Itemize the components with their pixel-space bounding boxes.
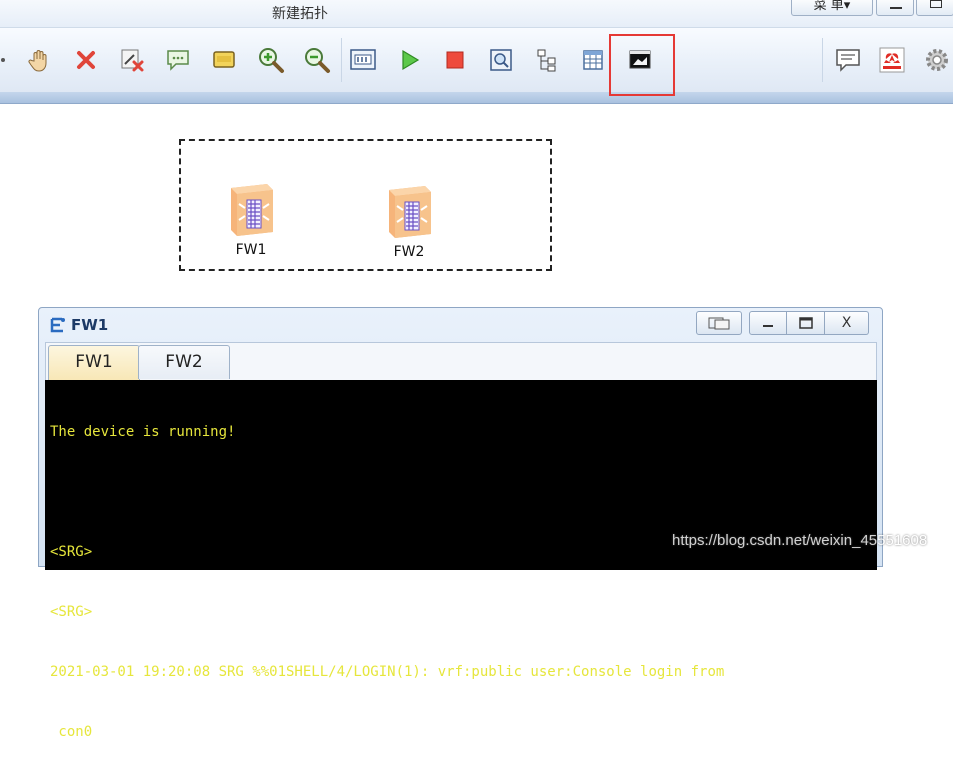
window-titlebar: 新建拓扑 菜 单▾: [0, 0, 953, 28]
maximize-icon: [930, 0, 942, 8]
console-close-button[interactable]: X: [825, 311, 869, 335]
terminal-line: ​: [50, 482, 877, 502]
minimize-icon: [890, 7, 902, 9]
maximize-button[interactable]: [916, 0, 953, 16]
toolbar-separator: [822, 38, 823, 82]
device-label: FW1: [235, 242, 267, 258]
device-label: FW2: [393, 244, 425, 260]
console-minimize-button[interactable]: [749, 311, 787, 335]
restore-icon: [708, 317, 730, 330]
palette-icon[interactable]: [209, 45, 239, 75]
terminal-line: con0: [50, 724, 93, 740]
minimize-icon: [763, 325, 773, 327]
arrow-partial-icon[interactable]: [0, 45, 20, 75]
console-title: FW1: [49, 315, 108, 335]
topology-id-icon[interactable]: [348, 45, 378, 75]
console-restore-button[interactable]: [696, 311, 742, 335]
hand-drag-icon[interactable]: [25, 45, 55, 75]
grid-icon[interactable]: [578, 45, 608, 75]
device-fw2[interactable]: FW2: [374, 182, 444, 260]
console-window: FW1 X FW1 FW2 The device is running! ​ <…: [38, 307, 883, 740]
firewall-icon: [231, 184, 273, 236]
highlight-box: [609, 34, 675, 96]
toolbar-separator: [341, 38, 342, 82]
zoom-in-icon[interactable]: [256, 45, 286, 75]
terminal-line: The device is running!: [50, 424, 236, 440]
text-comment-icon[interactable]: [163, 45, 193, 75]
main-menu-button[interactable]: 菜 单▾: [791, 0, 873, 16]
delete-link-icon[interactable]: [117, 45, 147, 75]
tab-fw2[interactable]: FW2: [138, 345, 230, 379]
terminal-app-icon: [50, 317, 65, 333]
toolbar-bottom-band: [0, 92, 953, 104]
settings-icon[interactable]: [922, 45, 952, 75]
watermark: https://blog.csdn.net/weixin_45551608: [672, 532, 928, 549]
device-fw1[interactable]: FW1: [216, 180, 286, 258]
huawei-icon[interactable]: [877, 45, 907, 75]
minimize-button[interactable]: [876, 0, 914, 16]
firewall-icon: [389, 186, 431, 238]
delete-icon[interactable]: [71, 45, 101, 75]
main-toolbar: [0, 28, 953, 92]
zoom-out-icon[interactable]: [302, 45, 332, 75]
terminal-line: <SRG>: [50, 604, 93, 620]
tab-fw1[interactable]: FW1: [48, 345, 140, 383]
stop-device-icon[interactable]: [440, 45, 470, 75]
console-tab-strip: FW1 FW2: [45, 342, 877, 383]
tree-view-icon[interactable]: [532, 45, 562, 75]
maximize-icon: [798, 317, 813, 329]
capture-icon[interactable]: [486, 45, 516, 75]
terminal-line: 2021-03-01 19:20:08 SRG %%01SHELL/4/LOGI…: [50, 664, 725, 680]
console-maximize-button[interactable]: [787, 311, 825, 335]
window-title: 新建拓扑: [272, 6, 328, 22]
chat-icon[interactable]: [833, 45, 863, 75]
start-device-icon[interactable]: [394, 45, 424, 75]
console-title-text: FW1: [71, 316, 109, 334]
